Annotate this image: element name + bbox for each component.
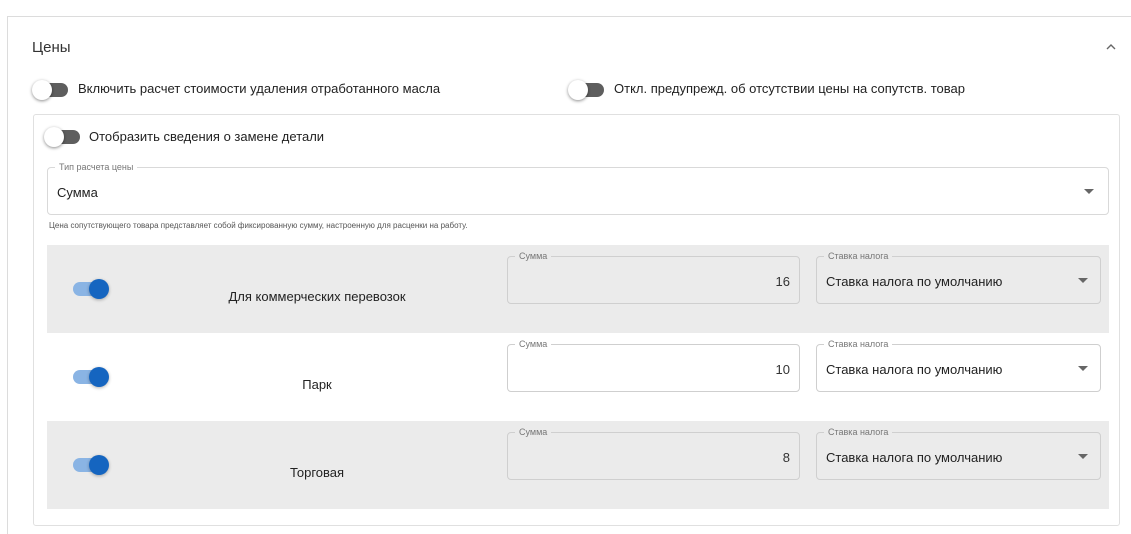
waste-oil-toggle[interactable]	[32, 80, 72, 100]
amount-field[interactable]: Сумма 10	[507, 338, 800, 392]
amount-field[interactable]: Сумма 16	[507, 250, 800, 304]
price-row: Парк Сумма 10 Ставка налога Ставка налог…	[47, 333, 1109, 421]
tax-rate-select[interactable]: Ставка налога Ставка налога по умолчанию	[816, 426, 1101, 480]
amount-value: 16	[775, 274, 790, 289]
price-type-hint: Цена сопутствующего товара представляет …	[49, 221, 468, 230]
tax-rate-label: Ставка налога	[824, 338, 893, 350]
part-replacement-toggle[interactable]	[44, 127, 84, 147]
panel-title: Цены	[32, 39, 71, 56]
tax-rate-value: Ставка налога по умолчанию	[826, 274, 1003, 289]
price-row: Для коммерческих перевозок Сумма 16 Став…	[47, 245, 1109, 333]
tax-rate-select[interactable]: Ставка налога Ставка налога по умолчанию	[816, 250, 1101, 304]
tax-rate-value: Ставка налога по умолчанию	[826, 362, 1003, 377]
price-type-select[interactable]: Тип расчета цены Сумма	[47, 161, 1109, 215]
dropdown-arrow-icon[interactable]	[1084, 189, 1094, 194]
tax-rate-value: Ставка налога по умолчанию	[826, 450, 1003, 465]
row-label: Для коммерческих перевозок	[228, 289, 406, 304]
tax-rate-select[interactable]: Ставка налога Ставка налога по умолчанию	[816, 338, 1101, 392]
amount-field[interactable]: Сумма 8	[507, 426, 800, 480]
dropdown-arrow-icon[interactable]	[1078, 454, 1088, 459]
price-type-value: Сумма	[57, 185, 98, 200]
amount-label: Сумма	[515, 250, 552, 262]
dropdown-arrow-icon[interactable]	[1078, 278, 1088, 283]
part-replacement-toggle-label: Отобразить сведения о замене детали	[89, 129, 325, 144]
tax-rate-label: Ставка налога	[824, 250, 893, 262]
tax-rate-label: Ставка налога	[824, 426, 893, 438]
dropdown-arrow-icon[interactable]	[1078, 366, 1088, 371]
price-settings-card: Отобразить сведения о замене детали Тип …	[33, 114, 1120, 526]
row-label: Торговая	[289, 465, 345, 480]
row-enabled-toggle[interactable]	[69, 279, 109, 299]
amount-label: Сумма	[515, 426, 552, 438]
price-type-label: Тип расчета цены	[55, 161, 138, 173]
row-label: Парк	[302, 377, 332, 392]
amount-value: 8	[782, 450, 790, 465]
row-enabled-toggle[interactable]	[69, 455, 109, 475]
amount-label: Сумма	[515, 338, 552, 350]
chevron-up-icon[interactable]	[1103, 39, 1119, 55]
price-row: Торговая Сумма 8 Ставка налога Ставка на…	[47, 421, 1109, 509]
prices-panel: Цены Включить расчет стоимости удаления …	[7, 16, 1131, 534]
waste-oil-toggle-label: Включить расчет стоимости удаления отраб…	[78, 81, 441, 96]
row-enabled-toggle[interactable]	[69, 367, 109, 387]
missing-price-warning-toggle-label: Откл. предупрежд. об отсутствии цены на …	[614, 81, 965, 96]
amount-value: 10	[775, 362, 790, 377]
missing-price-warning-toggle[interactable]	[568, 80, 608, 100]
